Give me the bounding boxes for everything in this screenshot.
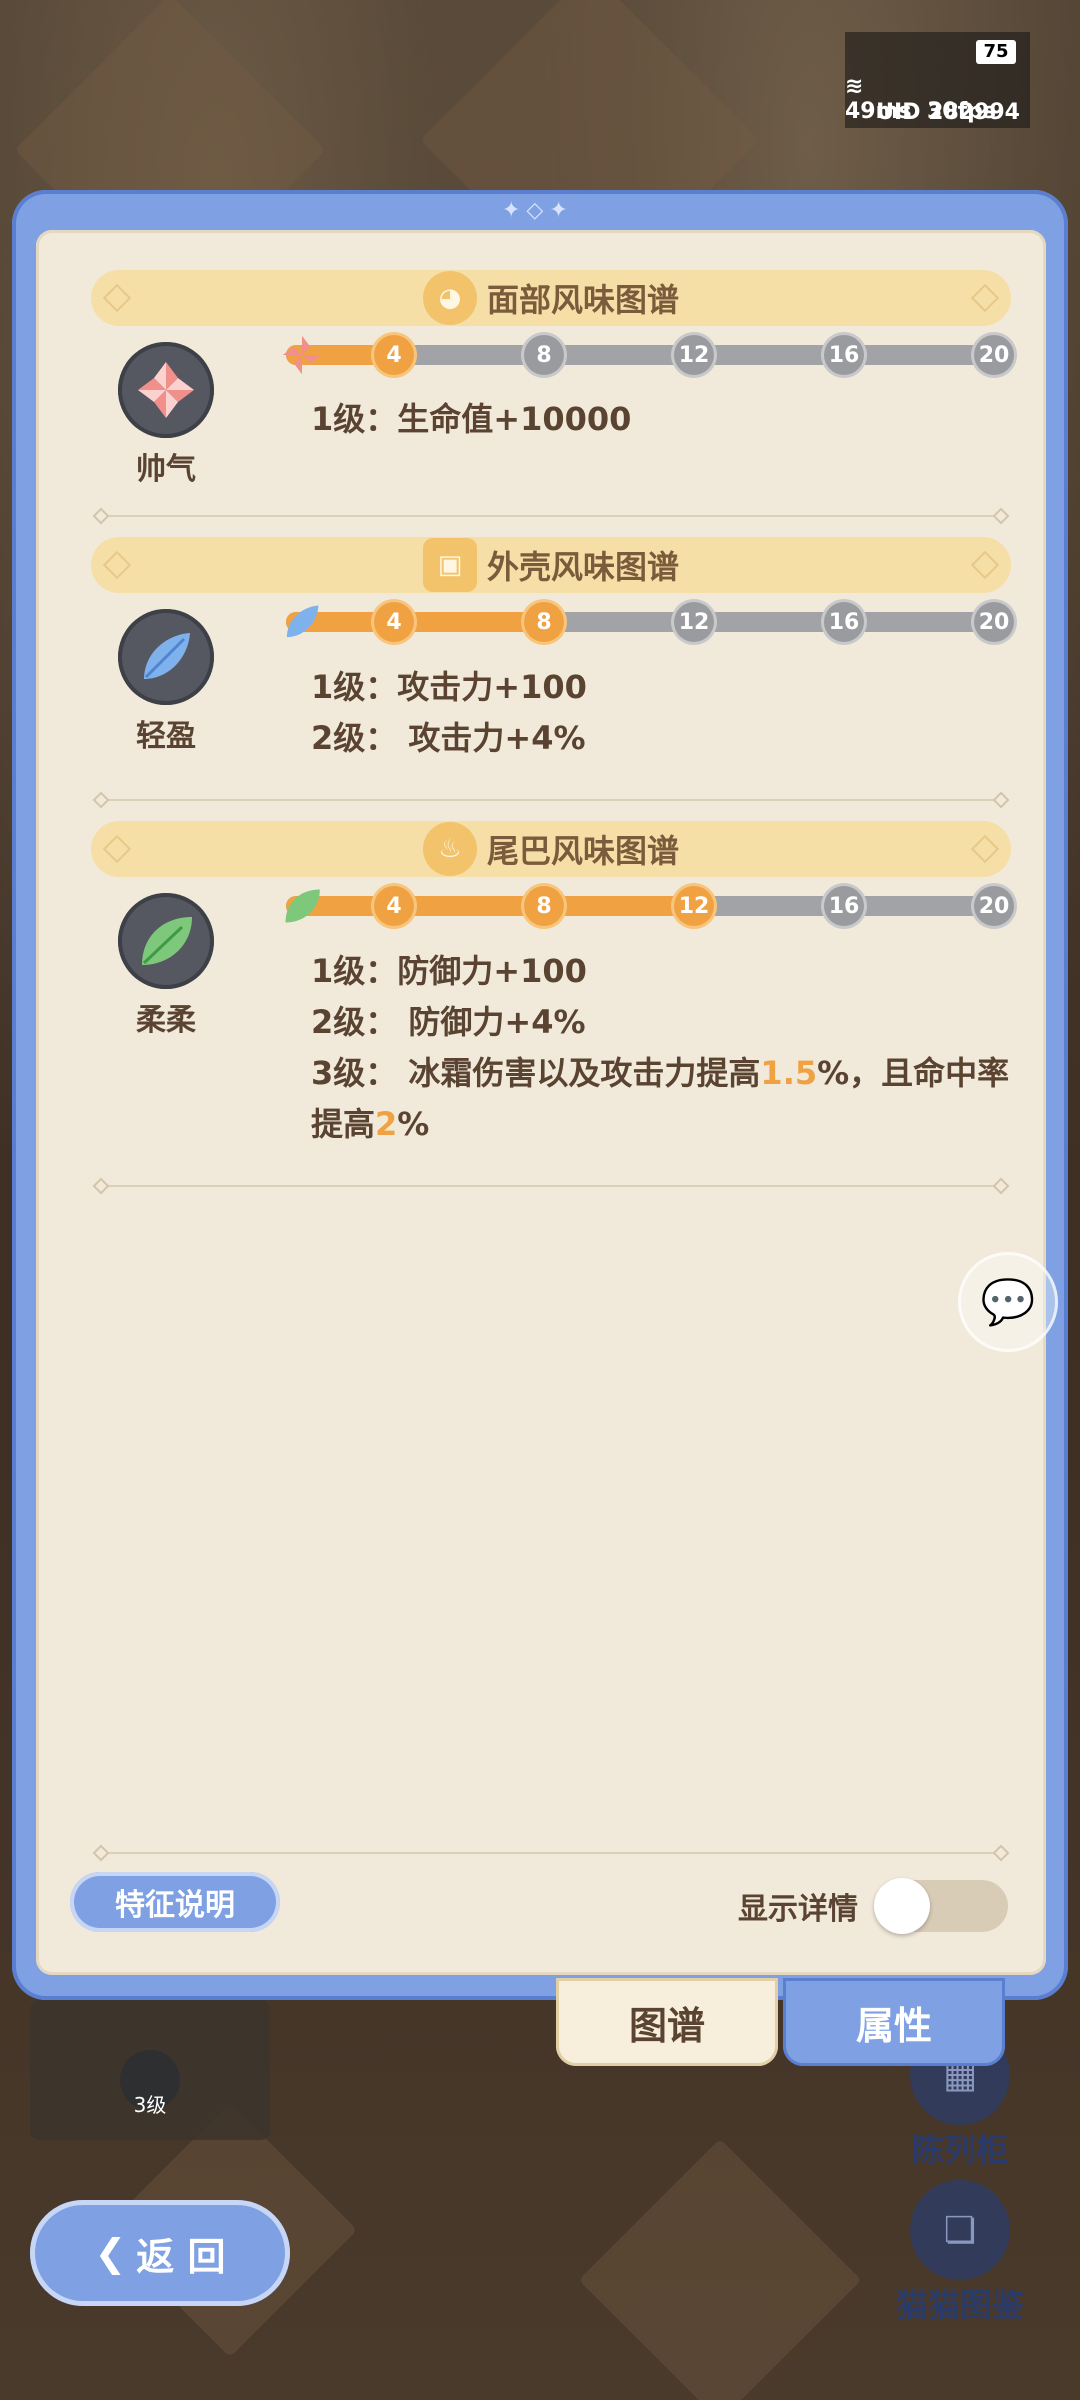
chat-button[interactable]: 💬: [958, 1252, 1058, 1352]
pinwheel-small-icon: [274, 327, 330, 383]
section-divider: [101, 1185, 1001, 1187]
section-title: 外壳风味图谱: [486, 548, 679, 586]
bonus-line: 2级： 防御力+4%: [311, 1003, 586, 1041]
tab-atlas[interactable]: 图谱: [556, 1978, 778, 2066]
battery-indicator: 75: [976, 40, 1016, 64]
footer-divider: [101, 1852, 1001, 1854]
feature-description-button[interactable]: 特征说明: [70, 1872, 280, 1932]
progress-node: 4: [374, 602, 414, 642]
bonus-line: 1级：攻击力+100: [311, 668, 587, 706]
bonus-line: 3级： 冰霜伤害以及攻击力提高1.5%，且命中率 提高2%: [311, 1054, 1010, 1143]
section-divider: [101, 799, 1001, 801]
section-header-tail: ♨ 尾巴风味图谱: [91, 821, 1011, 877]
progress-node: 12: [674, 886, 714, 926]
progress-bar: 4 8 12 16 20: [286, 602, 1016, 642]
toggle-knob: [874, 1878, 930, 1934]
section-title: 面部风味图谱: [486, 281, 679, 319]
panel-content: ◕ 面部风味图谱 帅气 4 8 12 16 20 1级：生命值+10000 ▣ 外壳风味…: [36, 230, 1046, 1975]
diamond-icon: [970, 834, 1000, 864]
cat-gallery-button[interactable]: ❏ 猫猫图鉴: [890, 2180, 1030, 2326]
cat-book-icon: ❏: [910, 2180, 1010, 2280]
tab-attributes[interactable]: 属性: [783, 1978, 1005, 2066]
panel-ornament-icon: ✦◇✦: [502, 198, 574, 223]
diamond-icon: [102, 550, 132, 580]
diamond-icon: [970, 550, 1000, 580]
cat-face-icon: ◕: [422, 271, 477, 325]
progress-bar: 4 8 12 16 20: [285, 886, 1016, 926]
trait-badge-face[interactable]: 帅气: [111, 342, 221, 488]
pinwheel-icon: [118, 342, 214, 438]
highlight-value: 1.5: [760, 1054, 818, 1092]
progress-node: 20: [974, 602, 1014, 642]
progress-node: 8: [524, 602, 564, 642]
bonus-list: 1级：防御力+100 2级： 防御力+4% 3级： 冰霜伤害以及攻击力提高1.5…: [311, 946, 1031, 1150]
progress-node: 16: [824, 886, 864, 926]
chat-bubble-icon: 💬: [980, 1277, 1036, 1328]
background-card: 3级: [30, 2000, 270, 2140]
diamond-icon: [102, 834, 132, 864]
progress-node: 4: [374, 886, 414, 926]
progress-node: 20: [974, 886, 1014, 926]
trait-badge-tail[interactable]: 柔柔: [111, 893, 221, 1039]
trait-name: 柔柔: [136, 1003, 196, 1038]
feather-icon: [118, 609, 214, 705]
back-button-label: 返 回: [136, 2234, 226, 2279]
status-overlay: 75 ≋ 49ms 30fps UID 282994: [845, 32, 1030, 128]
level-badge: 3级: [120, 2050, 180, 2117]
display-cabinet-label: 陈列柜: [911, 2131, 1008, 2169]
bonus-line: 2级： 攻击力+4%: [311, 719, 586, 757]
feather-small-icon: [274, 594, 330, 650]
trait-name: 轻盈: [136, 719, 196, 754]
progress-node: 8: [524, 886, 564, 926]
diamond-icon: [102, 283, 132, 313]
section-divider: [101, 515, 1001, 517]
back-arrow-icon: ❮: [94, 2231, 127, 2275]
bonus-list: 1级：攻击力+100 2级： 攻击力+4%: [311, 662, 1031, 764]
progress-node: 12: [674, 335, 714, 375]
section-header-shell: ▣ 外壳风味图谱: [91, 537, 1011, 593]
bonus-list: 1级：生命值+10000: [311, 394, 1031, 445]
progress-node: 16: [824, 602, 864, 642]
section-header-face: ◕ 面部风味图谱: [91, 270, 1011, 326]
progress-bar: 4 8 12 16 20: [282, 335, 1016, 375]
cat-gallery-label: 猫猫图鉴: [895, 2286, 1024, 2324]
progress-node: 20: [974, 335, 1014, 375]
progress-node: 4: [374, 335, 414, 375]
leaf-small-icon: [274, 878, 330, 934]
trait-name: 帅气: [136, 452, 196, 487]
diamond-icon: [970, 283, 1000, 313]
show-details-toggle[interactable]: [874, 1878, 1008, 1934]
uid-text: UID 282994: [876, 100, 1020, 125]
trait-badge-shell[interactable]: 轻盈: [111, 609, 221, 755]
bonus-line: 1级：生命值+10000: [311, 400, 632, 438]
shell-icon: ▣: [422, 538, 477, 592]
progress-node: 12: [674, 602, 714, 642]
bonus-line: 1级：防御力+100: [311, 952, 587, 990]
highlight-value: 2: [375, 1105, 398, 1143]
show-details-label: 显示详情: [738, 1892, 858, 1927]
back-button[interactable]: ❮ 返 回: [30, 2200, 290, 2306]
section-title: 尾巴风味图谱: [486, 832, 679, 870]
progress-node: 8: [524, 335, 564, 375]
tail-icon: ♨: [422, 822, 477, 876]
trait-panel: ✦◇✦ ◕ 面部风味图谱 帅气 4 8 12 16 20 1级：生命值+10000: [12, 190, 1068, 2000]
leaf-icon: [118, 893, 214, 989]
wifi-icon: ≋: [845, 74, 864, 99]
progress-node: 16: [824, 335, 864, 375]
